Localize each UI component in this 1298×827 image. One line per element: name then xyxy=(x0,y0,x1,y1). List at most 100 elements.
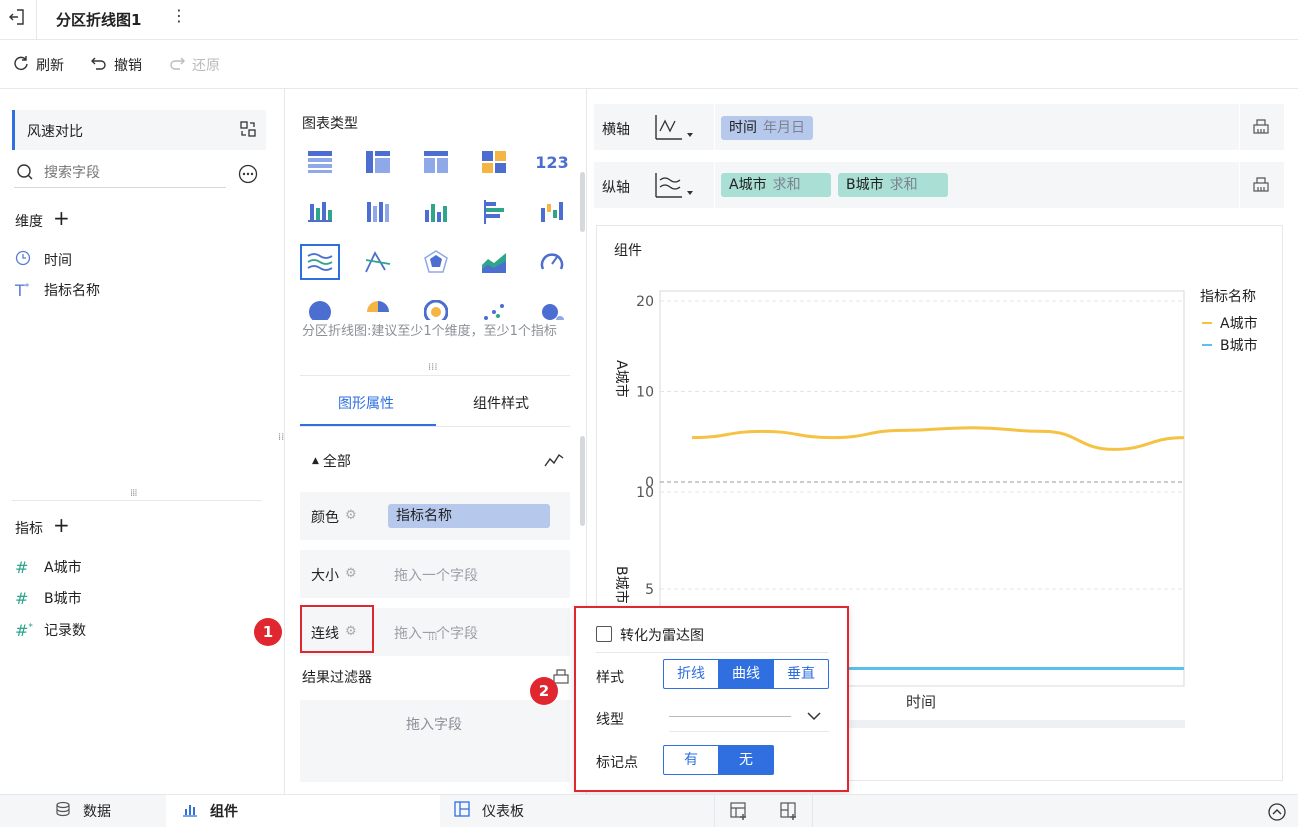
property-settings-icon[interactable]: ⚙ xyxy=(345,566,357,581)
chart-type-scrollbar[interactable] xyxy=(580,172,585,232)
measure-label: B城市 xyxy=(44,591,82,607)
all-section-toggle[interactable]: ▲ 全部 xyxy=(312,451,351,471)
y-axis-field-chip-b[interactable]: B城市 求和 xyxy=(838,173,948,197)
chip-field-name: B城市 xyxy=(846,177,884,193)
chevron-down-icon xyxy=(806,710,822,726)
marker-option-no[interactable]: 无 xyxy=(718,745,774,775)
radar-checkbox[interactable] xyxy=(596,626,612,642)
refresh-button[interactable]: 刷新 xyxy=(12,55,64,75)
chart-type-horizontal-bar-icon[interactable] xyxy=(474,194,514,230)
line-type-select[interactable] xyxy=(669,704,829,732)
dimension-item-metric-name[interactable]: T* 指标名称 xyxy=(15,280,100,300)
chart-type-custom-icon[interactable] xyxy=(358,244,398,280)
panel-drag-handle[interactable]: ⁞⁞ xyxy=(278,432,284,443)
filter-drop-zone[interactable]: 拖入字段 xyxy=(300,700,570,782)
y-tick-label: 20 xyxy=(636,294,654,310)
chart-type-grid: 123 xyxy=(300,144,576,320)
middle-resize-handle[interactable]: ⁞⁞⁞ xyxy=(428,362,438,373)
number-field-icon: # xyxy=(15,557,29,577)
chart-type-number-icon[interactable]: 123 xyxy=(532,144,572,180)
line-settings-popup: 转化为雷达图 样式 折线 曲线 垂直 线型 标记点 有 无 xyxy=(574,606,849,792)
tab-component-style[interactable]: 组件样式 xyxy=(473,393,529,413)
color-field-chip[interactable]: 指标名称 xyxy=(388,504,550,528)
chart-type-grouped-bar-icon[interactable] xyxy=(300,194,340,230)
undo-button[interactable]: 撤销 xyxy=(90,55,142,75)
chart-type-bar-icon[interactable] xyxy=(416,194,456,230)
chart-type-kpi-card-icon[interactable] xyxy=(474,144,514,180)
chart-type-stacked-bar-icon[interactable] xyxy=(358,194,398,230)
props-resize-handle[interactable]: ⁞⁞⁞ xyxy=(428,632,438,643)
clock-icon xyxy=(15,250,31,270)
chart-type-radar-icon[interactable] xyxy=(416,244,456,280)
props-scrollbar[interactable] xyxy=(580,436,585,526)
style-option-vertical[interactable]: 垂直 xyxy=(773,659,829,689)
chart-type-scatter-icon[interactable] xyxy=(474,294,514,320)
property-settings-icon[interactable]: ⚙ xyxy=(345,508,357,523)
x-axis-bar xyxy=(594,104,1284,150)
legend-label: A城市 xyxy=(1220,316,1258,332)
collapse-up-icon[interactable] xyxy=(1268,803,1286,825)
redo-button[interactable]: 还原 xyxy=(168,55,220,75)
add-dimension-icon[interactable]: + xyxy=(53,206,70,230)
chart-type-gauge-icon[interactable] xyxy=(532,244,572,280)
add-component-icon[interactable] xyxy=(730,802,748,824)
y-axis-type-icon[interactable] xyxy=(655,171,695,203)
measure-label: 记录数 xyxy=(44,623,86,639)
chart-type-pie-icon[interactable] xyxy=(300,294,340,320)
bottom-tab-dashboard[interactable]: 仪表板 xyxy=(440,795,714,827)
color-property-row: 颜色 ⚙ 指标名称 xyxy=(300,492,570,540)
switch-dataset-icon[interactable] xyxy=(239,120,257,142)
search-input[interactable] xyxy=(44,162,214,184)
chart-type-area-icon[interactable] xyxy=(474,244,514,280)
legend-item-a[interactable]: A城市 xyxy=(1202,313,1258,333)
redo-icon xyxy=(168,54,186,76)
chart-hint: 分区折线图:建议至少1个维度，至少1个指标 xyxy=(302,324,557,339)
chart-type-bubble-icon[interactable] xyxy=(532,294,572,320)
chart-type-crosstab-icon[interactable] xyxy=(358,144,398,180)
tab-graphic-properties[interactable]: 图形属性 xyxy=(338,393,394,413)
chip-aggregation: 年月日 xyxy=(763,120,805,136)
chart-type-table-icon[interactable] xyxy=(300,144,340,180)
add-measure-icon[interactable]: + xyxy=(53,513,70,537)
left-resize-handle[interactable]: ⁞⁞⁞ xyxy=(130,488,137,499)
chart-type-sunburst-icon[interactable] xyxy=(416,294,456,320)
field-search[interactable] xyxy=(14,160,226,188)
y-tick-label: 10 xyxy=(636,485,654,501)
add-dashboard-icon[interactable] xyxy=(780,802,798,824)
legend-item-b[interactable]: B城市 xyxy=(1202,335,1258,355)
more-options-icon[interactable] xyxy=(238,164,258,188)
chart-type-area-line-icon[interactable] xyxy=(300,244,340,280)
y-axis-field-chip-a[interactable]: A城市 求和 xyxy=(721,173,831,197)
y-axis-broom-icon[interactable] xyxy=(1252,175,1270,197)
bar-chart-icon xyxy=(182,801,198,821)
dimension-item-time[interactable]: 时间 xyxy=(15,250,72,270)
x-axis-type-icon[interactable] xyxy=(655,113,695,145)
marker-label: 标记点 xyxy=(596,755,638,771)
line-type-icon[interactable] xyxy=(544,450,564,474)
dataset-selector[interactable]: 风速对比 xyxy=(12,110,266,150)
x-axis-broom-icon[interactable] xyxy=(1252,117,1270,139)
measure-item-count[interactable]: #* 记录数 xyxy=(15,620,86,640)
more-menu-icon[interactable]: ⋮ xyxy=(171,6,187,25)
annotation-badge-1: 1 xyxy=(254,618,282,646)
measure-item-a[interactable]: # A城市 xyxy=(15,557,82,577)
chart-type-waterfall-icon[interactable] xyxy=(532,194,572,230)
bottom-tab-component[interactable]: 组件 xyxy=(166,795,440,827)
measure-item-b[interactable]: # B城市 xyxy=(15,588,82,608)
chip-aggregation: 求和 xyxy=(772,177,801,193)
style-option-curve[interactable]: 曲线 xyxy=(718,659,774,689)
chip-field-name: 时间 xyxy=(729,120,757,136)
chart-type-detail-table-icon[interactable] xyxy=(416,144,456,180)
style-option-polyline[interactable]: 折线 xyxy=(663,659,719,689)
dataset-name: 风速对比 xyxy=(27,124,83,140)
measure-label: A城市 xyxy=(44,560,82,576)
all-section-label: 全部 xyxy=(322,454,351,470)
chip-field-name: A城市 xyxy=(729,177,767,193)
chart-type-rose-icon[interactable] xyxy=(358,294,398,320)
size-drop-zone[interactable]: 拖入一个字段 xyxy=(394,565,478,585)
bottom-tab-data[interactable]: 数据 xyxy=(0,795,166,827)
highlight-box-1 xyxy=(300,605,374,653)
marker-option-yes[interactable]: 有 xyxy=(663,745,719,775)
x-axis-field-chip[interactable]: 时间 年月日 xyxy=(721,116,813,140)
back-icon[interactable] xyxy=(8,8,26,26)
